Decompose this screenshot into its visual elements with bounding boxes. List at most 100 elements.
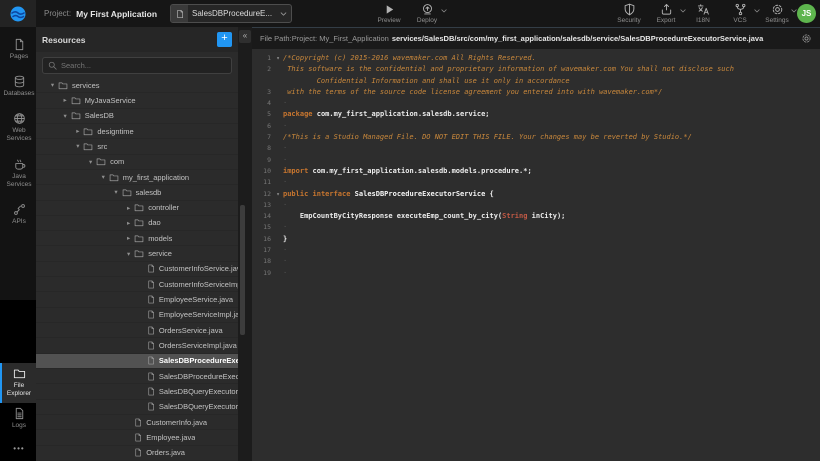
open-file-dropdown[interactable]: SalesDBProcedureE...	[170, 4, 292, 23]
user-avatar[interactable]: JS	[797, 4, 816, 23]
tree-item-src[interactable]: ▾src	[36, 139, 238, 154]
code-line[interactable]: 11·	[252, 177, 820, 188]
tree-item-employeeservice-java[interactable]: EmployeeService.java	[36, 292, 238, 307]
sidebar-item-file-explorer[interactable]: File Explorer	[0, 363, 36, 403]
tree-scrollbar[interactable]	[240, 205, 245, 335]
tree-toggle-arrow[interactable]: ▾	[85, 158, 96, 166]
tree-toggle-arrow[interactable]: ▾	[47, 81, 58, 89]
i18n-button[interactable]: I18N	[688, 2, 718, 24]
tree-item-salesdbprocedureexecutorservice-java[interactable]: SalesDBProcedureExecutorService.java	[36, 354, 238, 369]
code-line[interactable]: 17·	[252, 245, 820, 256]
editor-settings-gear-icon[interactable]	[801, 33, 812, 44]
tree-toggle-arrow[interactable]: ▾	[98, 173, 109, 181]
code-editor[interactable]: 1▾/*Copyright (c) 2015-2016 wavemaker.co…	[252, 50, 820, 461]
settings-button[interactable]: Settings	[762, 2, 792, 24]
tree-item-salesdb[interactable]: ▾salesdb	[36, 185, 238, 200]
fold-marker-icon[interactable]: ▾	[273, 189, 283, 200]
sidebar-item-web-services[interactable]: Web Services	[0, 108, 36, 148]
file-icon	[147, 326, 155, 335]
resources-panel: Resources + ▾services▸MyJavaService▾Sale…	[36, 27, 238, 461]
tree-toggle-arrow[interactable]: ▾	[60, 112, 71, 120]
code-line[interactable]: 18·	[252, 256, 820, 267]
deploy-button[interactable]: Deploy	[412, 2, 442, 24]
fold-marker-icon[interactable]: ▾	[273, 53, 283, 64]
search-box[interactable]	[42, 57, 232, 74]
code-line[interactable]: 9·	[252, 155, 820, 166]
tree-item-employeeserviceimpl-java[interactable]: EmployeeServiceImpl.java	[36, 308, 238, 323]
tree-item-customerinfoserviceimpl-java[interactable]: CustomerInfoServiceImpl.java	[36, 277, 238, 292]
tree-item-myjavaservice[interactable]: ▸MyJavaService	[36, 93, 238, 108]
tree-toggle-arrow[interactable]: ▾	[123, 250, 134, 258]
tree-item-controller[interactable]: ▸controller	[36, 201, 238, 216]
code-line[interactable]: 1▾/*Copyright (c) 2015-2016 wavemaker.co…	[252, 53, 820, 64]
tree-item-service[interactable]: ▾service	[36, 246, 238, 261]
code-line[interactable]: Confidential Information and shall use i…	[252, 76, 820, 87]
line-number: 16	[252, 234, 273, 245]
caret-down-icon[interactable]	[754, 9, 760, 13]
tree-item-services[interactable]: ▾services	[36, 78, 238, 93]
code-line[interactable]: 16}	[252, 234, 820, 245]
caret-down-icon[interactable]	[441, 9, 447, 13]
tree-item-dao[interactable]: ▸dao	[36, 216, 238, 231]
code-line[interactable]: 4·	[252, 98, 820, 109]
code-line[interactable]: 14 EmpCountByCityResponse executeEmp_cou…	[252, 211, 820, 222]
collapse-panel-button[interactable]: «	[239, 30, 251, 43]
tree-toggle-arrow[interactable]: ▸	[123, 204, 134, 212]
tree-item-salesdbqueryexecutorserviceimpl-java[interactable]: SalesDBQueryExecutorServiceImpl.java	[36, 400, 238, 415]
line-number: 19	[252, 268, 273, 279]
tree-item-models[interactable]: ▸models	[36, 231, 238, 246]
project-name[interactable]: My First Application	[76, 9, 157, 19]
sidebar-item-pages[interactable]: Pages	[0, 34, 36, 66]
tree-item-ordersservice-java[interactable]: OrdersService.java	[36, 323, 238, 338]
tree-toggle-arrow[interactable]: ▾	[111, 188, 122, 196]
export-icon	[660, 3, 673, 16]
tree-item-customerinfo-java[interactable]: CustomerInfo.java	[36, 415, 238, 430]
preview-button[interactable]: Preview	[374, 2, 404, 24]
caret-down-icon	[280, 12, 287, 16]
code-line[interactable]: 15·	[252, 222, 820, 233]
sidebar-item-logs[interactable]: Logs	[0, 403, 36, 435]
folder-icon	[13, 367, 26, 380]
tree-item-com[interactable]: ▾com	[36, 155, 238, 170]
sidebar-item-java-services[interactable]: Java Services	[0, 154, 36, 194]
sidebar-item-databases[interactable]: Databases	[0, 71, 36, 103]
search-input[interactable]	[61, 61, 226, 70]
add-resource-button[interactable]: +	[217, 32, 232, 47]
code-text: EmpCountByCityResponse executeEmp_count_…	[283, 211, 565, 222]
export-button[interactable]: Export	[651, 2, 681, 24]
tree-toggle-arrow[interactable]: ▸	[72, 127, 83, 135]
code-line[interactable]: 8·	[252, 143, 820, 154]
code-line[interactable]: 12▾public interface SalesDBProcedureExec…	[252, 189, 820, 200]
file-icon	[147, 310, 155, 319]
tree-item-salesdbqueryexecutorservice-java[interactable]: SalesDBQueryExecutorService.java	[36, 384, 238, 399]
caret-down-icon[interactable]	[680, 9, 686, 13]
code-line[interactable]: 19·	[252, 268, 820, 279]
tree-item-employee-java[interactable]: Employee.java	[36, 430, 238, 445]
tree-item-salesdb[interactable]: ▾SalesDB	[36, 109, 238, 124]
tree-toggle-arrow[interactable]: ▸	[123, 234, 134, 242]
tree-item-salesdbprocedureexecutorserviceimpl-java[interactable]: SalesDBProcedureExecutorServiceImpl.java	[36, 369, 238, 384]
security-button[interactable]: Security	[614, 2, 644, 24]
code-line[interactable]: 6·	[252, 121, 820, 132]
code-line[interactable]: 5package com.my_first_application.salesd…	[252, 109, 820, 120]
vcs-button[interactable]: VCS	[725, 2, 755, 24]
folder-icon	[58, 81, 68, 90]
play-icon	[383, 3, 396, 16]
tree-item-orders-java[interactable]: Orders.java	[36, 446, 238, 461]
tree-item-designtime[interactable]: ▸designtime	[36, 124, 238, 139]
tree-toggle-arrow[interactable]: ▸	[60, 96, 71, 104]
sidebar-more-button[interactable]: •••	[0, 440, 36, 461]
tree-item-customerinfoservice-java[interactable]: CustomerInfoService.java	[36, 262, 238, 277]
tree-item-ordersserviceimpl-java[interactable]: OrdersServiceImpl.java	[36, 338, 238, 353]
code-line[interactable]: 7/*This is a Studio Managed File. DO NOT…	[252, 132, 820, 143]
code-line[interactable]: 10import com.my_first_application.salesd…	[252, 166, 820, 177]
tree-toggle-arrow[interactable]: ▾	[72, 142, 83, 150]
wavemaker-logo[interactable]	[0, 0, 36, 27]
code-line[interactable]: 3 with the terms of the source code lice…	[252, 87, 820, 98]
tree-item-my-first-application[interactable]: ▾my_first_application	[36, 170, 238, 185]
code-text: }	[283, 234, 287, 245]
code-line[interactable]: 13·	[252, 200, 820, 211]
sidebar-item-apis[interactable]: APIs	[0, 199, 36, 231]
tree-toggle-arrow[interactable]: ▸	[123, 219, 134, 227]
code-line[interactable]: 2 This software is the confidential and …	[252, 64, 820, 75]
